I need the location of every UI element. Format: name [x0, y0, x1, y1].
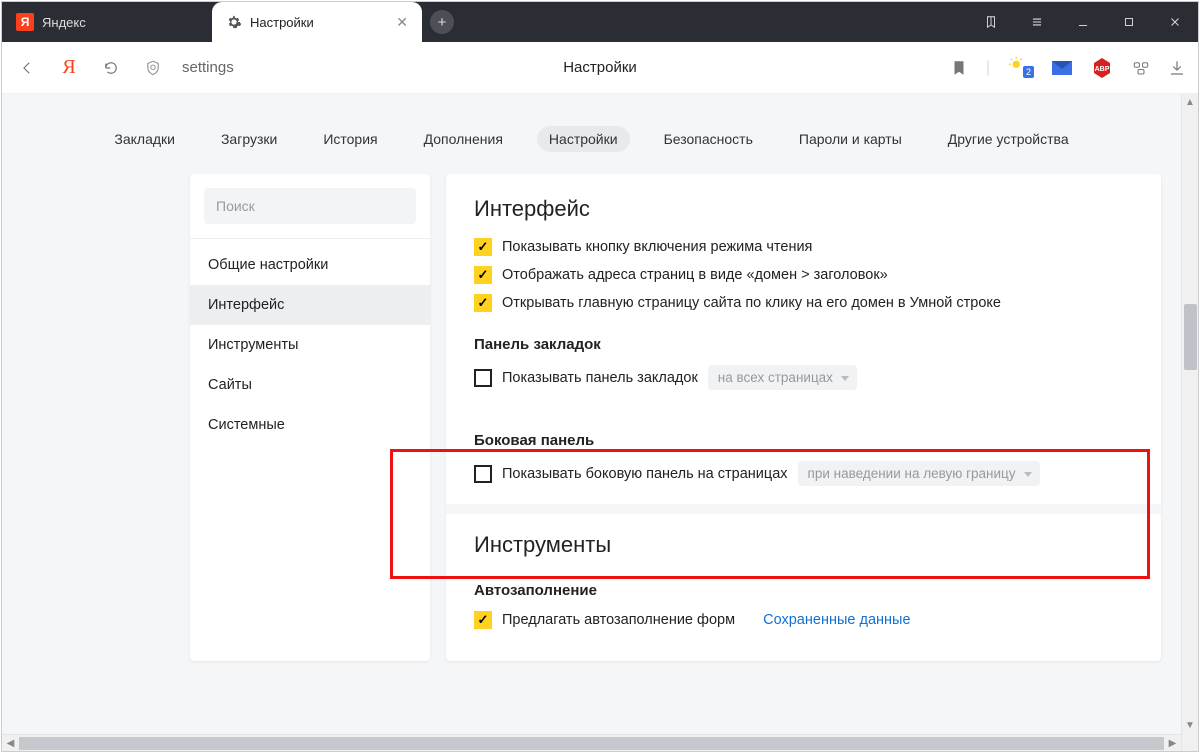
- minimize-button[interactable]: [1060, 2, 1106, 42]
- mail-icon[interactable]: [1052, 61, 1072, 75]
- tab-yandex[interactable]: Я Яндекс: [2, 2, 212, 42]
- url-text[interactable]: settings: [182, 59, 234, 76]
- nav-addons[interactable]: Дополнения: [412, 126, 515, 152]
- opt-reader-button[interactable]: Показывать кнопку включения режима чтени…: [474, 238, 1133, 256]
- checkbox-icon[interactable]: [474, 611, 492, 629]
- maximize-button[interactable]: [1106, 2, 1152, 42]
- scroll-thumb-h[interactable]: [19, 737, 1164, 750]
- nav-bookmarks[interactable]: Закладки: [102, 126, 187, 152]
- nav-history[interactable]: История: [311, 126, 389, 152]
- checkbox-icon[interactable]: [474, 238, 492, 256]
- scroll-down-icon[interactable]: ▼: [1182, 717, 1198, 734]
- page-title: Настройки: [563, 59, 637, 76]
- saved-data-link[interactable]: Сохраненные данные: [763, 612, 910, 628]
- address-bar: Я settings Настройки | 2 ABP: [2, 42, 1198, 94]
- opt-label: Показывать боковую панель на страницах: [502, 466, 788, 482]
- section-interface-heading: Интерфейс: [474, 196, 1133, 222]
- sidebar-item-interface[interactable]: Интерфейс: [190, 285, 430, 325]
- settings-top-nav: Закладки Загрузки История Дополнения Нас…: [2, 94, 1181, 174]
- checkbox-icon[interactable]: [474, 465, 492, 483]
- opt-label: Предлагать автозаполнение форм: [502, 612, 735, 628]
- titlebar: Я Яндекс Настройки ✕ +: [2, 2, 1198, 42]
- new-tab-button[interactable]: +: [422, 2, 462, 42]
- nav-downloads[interactable]: Загрузки: [209, 126, 289, 152]
- close-window-button[interactable]: [1152, 2, 1198, 42]
- nav-passwords[interactable]: Пароли и карты: [787, 126, 914, 152]
- opt-autofill[interactable]: Предлагать автозаполнение форм Сохраненн…: [474, 611, 1133, 629]
- tab-settings[interactable]: Настройки ✕: [212, 2, 422, 42]
- back-button[interactable]: [14, 55, 40, 81]
- svg-text:ABP: ABP: [1095, 66, 1110, 73]
- bookmarks-panel-icon[interactable]: [968, 2, 1014, 42]
- abp-icon[interactable]: ABP: [1090, 56, 1114, 80]
- search-input[interactable]: Поиск: [204, 188, 416, 224]
- sub-autofill: Автозаполнение: [474, 582, 1133, 599]
- sidebar-item-sites[interactable]: Сайты: [190, 365, 430, 405]
- opt-label: Показывать панель закладок: [502, 370, 698, 386]
- yandex-home-button[interactable]: Я: [56, 55, 82, 81]
- opt-show-side-panel[interactable]: Показывать боковую панель на страницах п…: [474, 461, 1133, 486]
- sub-bookmarks-bar: Панель закладок: [474, 336, 1133, 353]
- content-area: Закладки Загрузки История Дополнения Нас…: [2, 94, 1198, 751]
- nav-security[interactable]: Безопасность: [652, 126, 765, 152]
- downloads-icon[interactable]: [1168, 59, 1186, 77]
- sidebar-item-tools[interactable]: Инструменты: [190, 325, 430, 365]
- sidebar-item-system[interactable]: Системные: [190, 405, 430, 445]
- plus-icon: +: [430, 10, 454, 34]
- scroll-up-icon[interactable]: ▲: [1182, 94, 1198, 111]
- scroll-left-icon[interactable]: ◀: [2, 735, 19, 752]
- scroll-thumb[interactable]: [1184, 304, 1197, 370]
- tab-label: Настройки: [250, 15, 314, 30]
- menu-icon[interactable]: [1014, 2, 1060, 42]
- opt-label: Показывать кнопку включения режима чтени…: [502, 239, 812, 255]
- bookmarks-bar-dropdown[interactable]: на всех страницах: [708, 365, 857, 390]
- opt-open-home[interactable]: Открывать главную страницу сайта по клик…: [474, 294, 1133, 312]
- weather-icon[interactable]: 2: [1008, 58, 1034, 78]
- sidebar-item-general[interactable]: Общие настройки: [190, 245, 430, 285]
- settings-sidebar: Поиск Общие настройки Интерфейс Инструме…: [190, 174, 430, 661]
- settings-main: Интерфейс Показывать кнопку включения ре…: [446, 174, 1161, 661]
- opt-address-format[interactable]: Отображать адреса страниц в виде «домен …: [474, 266, 1133, 284]
- bookmark-icon[interactable]: [950, 59, 968, 77]
- opt-label: Открывать главную страницу сайта по клик…: [502, 295, 1001, 311]
- tab-label: Яндекс: [42, 15, 86, 30]
- checkbox-icon[interactable]: [474, 266, 492, 284]
- reload-button[interactable]: [98, 55, 124, 81]
- vertical-scrollbar[interactable]: ▲ ▼: [1181, 94, 1198, 751]
- nav-settings[interactable]: Настройки: [537, 126, 630, 152]
- checkbox-icon[interactable]: [474, 294, 492, 312]
- yandex-logo-icon: Я: [16, 13, 34, 31]
- section-tools-heading: Инструменты: [474, 532, 1133, 558]
- sub-side-panel: Боковая панель: [474, 432, 1133, 449]
- nav-devices[interactable]: Другие устройства: [936, 126, 1081, 152]
- extensions-icon[interactable]: [1132, 59, 1150, 77]
- scroll-right-icon[interactable]: ▶: [1164, 735, 1181, 752]
- horizontal-scrollbar[interactable]: ◀ ▶: [2, 734, 1181, 751]
- close-tab-icon[interactable]: ✕: [396, 14, 408, 31]
- window-controls: [968, 2, 1198, 42]
- opt-show-bookmarks-bar[interactable]: Показывать панель закладок на всех стран…: [474, 365, 1133, 390]
- gear-icon: [226, 14, 242, 30]
- side-panel-dropdown[interactable]: при наведении на левую границу: [798, 461, 1040, 486]
- site-shield-icon[interactable]: [140, 55, 166, 81]
- opt-label: Отображать адреса страниц в виде «домен …: [502, 267, 888, 283]
- checkbox-icon[interactable]: [474, 369, 492, 387]
